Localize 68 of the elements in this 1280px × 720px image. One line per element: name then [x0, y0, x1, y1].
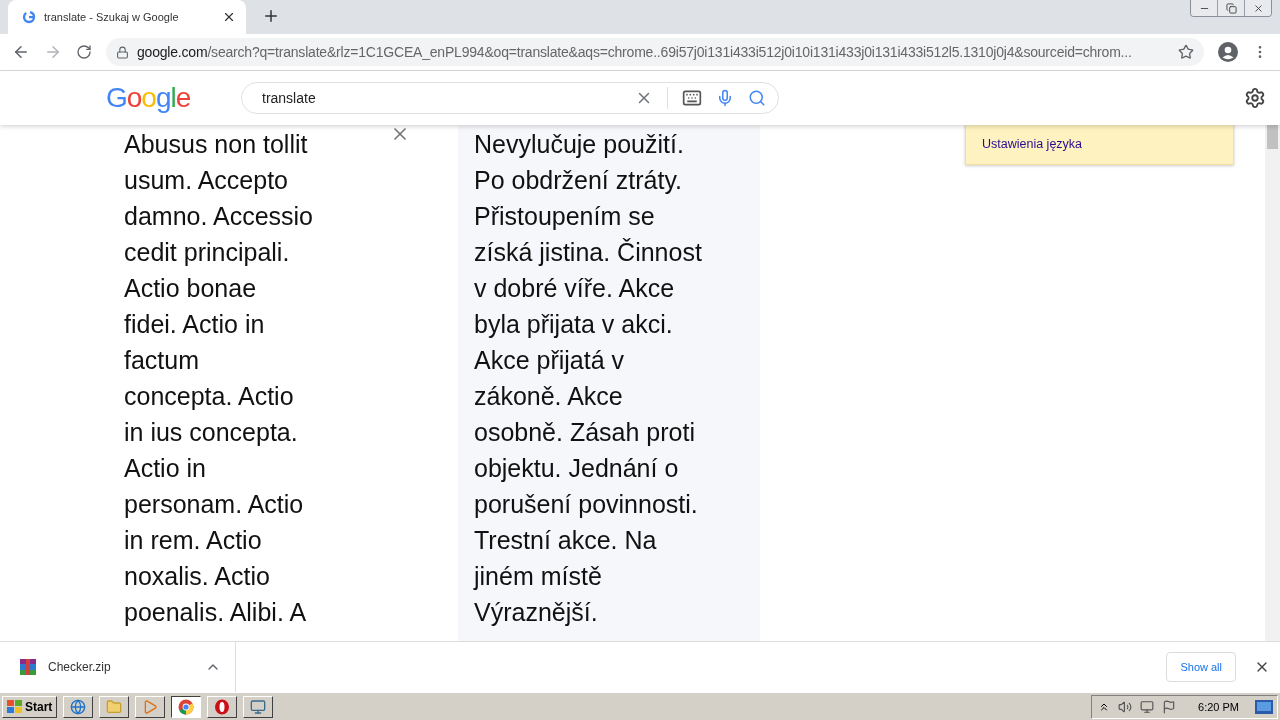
translated-text-line: Trestní akce. Na [474, 525, 658, 556]
archive-icon [20, 659, 36, 675]
search-input[interactable]: translate [260, 89, 621, 107]
translated-text-line: Výraznější. [474, 597, 599, 628]
close-window-button[interactable] [1244, 0, 1271, 16]
source-text-line: fidei. Actio in [124, 309, 266, 340]
source-text-line: in rem. Actio [124, 525, 263, 556]
source-text-line: Actio bonae [124, 273, 258, 304]
translated-text-line: zákoně. Akce [474, 381, 624, 412]
restore-button[interactable] [1217, 0, 1244, 16]
source-text-line: usum. Accepto [124, 165, 289, 196]
source-text-line: noxalis. Actio [124, 561, 271, 592]
star-icon[interactable] [1178, 44, 1194, 60]
source-text-line: Actio in [124, 453, 207, 484]
source-text-line: personam. Actio [124, 489, 305, 520]
chrome-icon [178, 698, 195, 715]
clock: 6:20 PM [1198, 700, 1239, 713]
back-icon[interactable] [12, 43, 30, 61]
reload-icon[interactable] [76, 44, 92, 60]
microphone-icon[interactable] [716, 89, 734, 107]
internet-explorer-icon [70, 698, 87, 715]
close-icon [1252, 2, 1264, 14]
translated-text-line: Akce přijatá v [474, 345, 626, 376]
translated-text-line: v dobré víře. Akce [474, 273, 676, 304]
settings-icon[interactable] [1244, 87, 1266, 109]
source-text-line: factum [124, 345, 201, 376]
url-text: google.com/search?q=translate&rlz=1C1GCEA_enPL994&oq=translate&aqs=chrome..69i57j0i131i433i512j0i10i131i433j0i131i433i512l5.1310j0j4&sourceid=chrom... [137, 44, 1133, 60]
translated-text-line: Přistoupením se [474, 201, 656, 232]
translated-text-line: porušení povinnosti. [474, 489, 699, 520]
taskbar-app-button[interactable] [171, 695, 202, 718]
keyboard-icon[interactable] [682, 88, 702, 108]
folder-icon [106, 698, 123, 715]
start-button[interactable]: Start [2, 695, 58, 718]
translated-text-line: Nevylučuje použití. [474, 129, 685, 160]
lock-icon [116, 45, 129, 59]
source-text-line: concepta. Actio [124, 381, 295, 412]
scrollbar[interactable] [1265, 125, 1280, 641]
translated-text-line: získá jistina. Činnost [474, 237, 703, 268]
address-bar[interactable]: google.com/search?q=translate&rlz=1C1GCEA_enPL994&oq=translate&aqs=chrome..69i57j0i131i433i512j0i10i131i433j0i131i433i512l5.1310j0j4&sourceid=chrom... [106, 38, 1204, 66]
google-favicon [22, 10, 36, 24]
close-tab-icon[interactable] [222, 10, 236, 24]
opera-icon [214, 698, 231, 715]
show-desktop-icon[interactable] [1255, 698, 1273, 715]
browser-tab[interactable]: translate - Szukaj w Google [8, 0, 246, 34]
source-text-line: Abusus non tollit [124, 129, 309, 160]
translated-text-line: jiném místě [474, 561, 603, 592]
window-icon [250, 698, 267, 715]
show-all-button[interactable]: Show all [1166, 652, 1236, 682]
windows-logo-icon [7, 699, 23, 714]
restore-icon [1225, 2, 1237, 14]
profile-icon[interactable] [1218, 42, 1238, 62]
source-text-line: poenalis. Alibi. A [124, 597, 308, 628]
source-text-line: damno. Accessio [124, 201, 313, 232]
google-logo[interactable]: Google [106, 82, 241, 114]
search-icon[interactable] [748, 89, 766, 107]
source-text-line: cedit principali. [124, 237, 291, 268]
new-tab-icon[interactable] [262, 7, 280, 25]
flag-icon[interactable] [1162, 699, 1177, 714]
translated-text-line: objektu. Jednání o [474, 453, 680, 484]
download-filename: Checker.zip [48, 660, 112, 674]
media-player-icon [142, 698, 159, 715]
tab-title: translate - Szukaj w Google [44, 11, 180, 23]
source-text-line: in ius concepta. [124, 417, 299, 448]
language-settings-link[interactable]: Ustawienia języka [982, 137, 1083, 151]
translated-text-line: Po obdržení ztráty. [474, 165, 683, 196]
translated-text-line: osobně. Zásah proti [474, 417, 696, 448]
volume-icon[interactable] [1118, 699, 1133, 714]
translated-text-line: byla přijata v akci. [474, 309, 674, 340]
